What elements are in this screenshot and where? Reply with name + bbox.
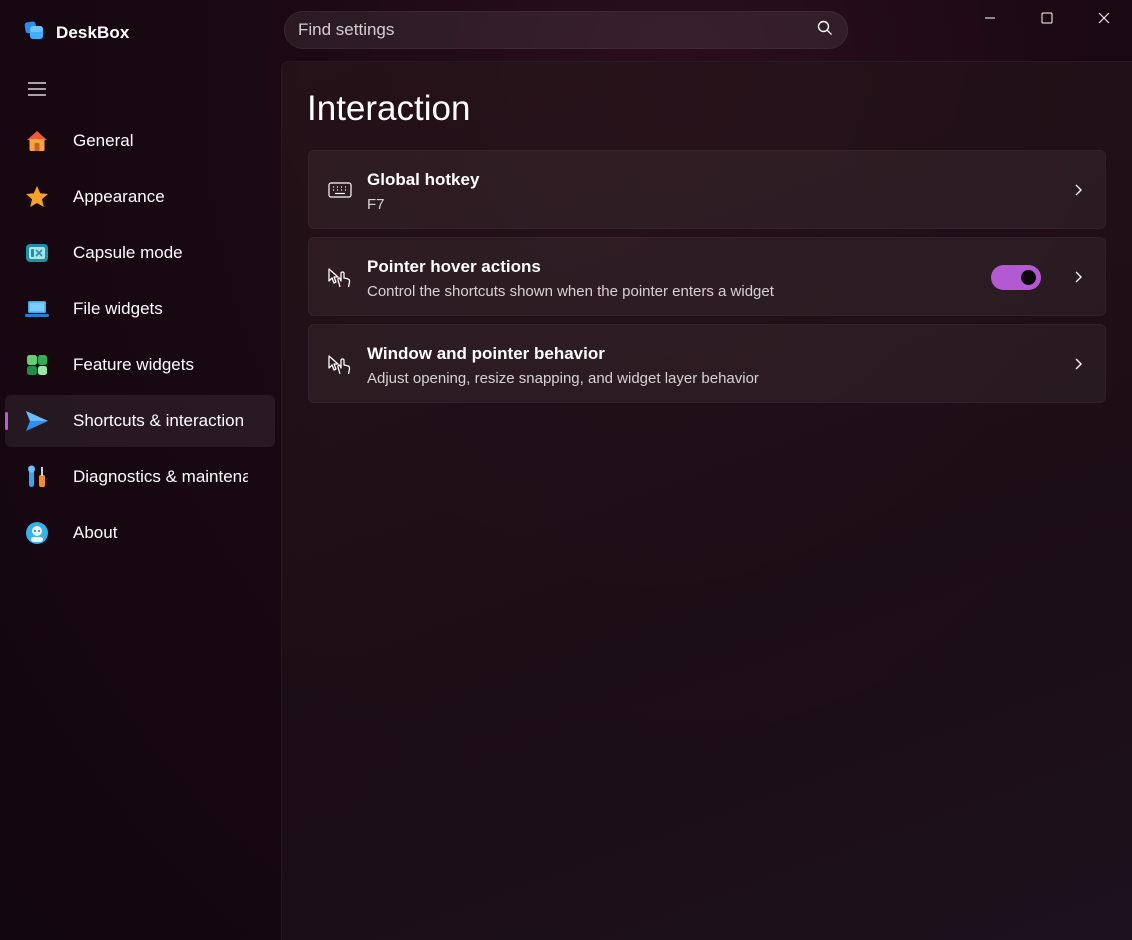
title-bar: DeskBox	[0, 0, 1132, 62]
minimize-icon	[984, 17, 995, 19]
card-text: Global hotkey F7	[367, 169, 479, 215]
page-title: Interaction	[307, 89, 471, 128]
close-icon	[1098, 12, 1109, 24]
capsule-icon	[23, 239, 51, 267]
tools-icon	[23, 463, 51, 491]
chevron-right-icon	[1069, 268, 1087, 286]
sidebar-item-about[interactable]: About	[5, 507, 275, 559]
sidebar-item-shortcuts-interaction[interactable]: Shortcuts & interaction	[5, 395, 275, 447]
sidebar-item-capsule-mode[interactable]: Capsule mode	[5, 227, 275, 279]
pointer-hand-icon	[327, 264, 353, 290]
maximize-button[interactable]	[1018, 0, 1075, 36]
window-controls	[961, 0, 1132, 36]
card-description: Control the shortcuts shown when the poi…	[367, 283, 774, 300]
content-panel: Interaction Global hotkey F7 Pointer hov…	[281, 61, 1132, 940]
sidebar-item-label: Feature widgets	[73, 355, 194, 374]
sidebar-item-label: Capsule mode	[73, 243, 183, 262]
sidebar-item-label: File widgets	[73, 299, 163, 318]
chevron-right-icon	[1069, 181, 1087, 199]
search-input[interactable]	[298, 20, 817, 40]
sidebar-item-feature-widgets[interactable]: Feature widgets	[5, 339, 275, 391]
info-bot-icon	[23, 519, 51, 547]
minimize-button[interactable]	[961, 0, 1018, 36]
keyboard-icon	[327, 177, 353, 203]
search-icon[interactable]	[817, 20, 833, 41]
home-icon	[23, 127, 51, 155]
pointer-hover-toggle[interactable]	[991, 265, 1041, 290]
send-icon	[23, 407, 51, 435]
star-icon	[23, 183, 51, 211]
search-box[interactable]	[284, 11, 848, 49]
sidebar-item-appearance[interactable]: Appearance	[5, 171, 275, 223]
pointer-hand-icon	[327, 351, 353, 377]
card-description: Adjust opening, resize snapping, and wid…	[367, 370, 759, 387]
chevron-right-icon	[1069, 355, 1087, 373]
sidebar-item-label: About	[73, 523, 118, 542]
sidebar-item-label: General	[73, 131, 134, 150]
window-pointer-behavior-card[interactable]: Window and pointer behavior Adjust openi…	[308, 324, 1106, 403]
card-text: Window and pointer behavior Adjust openi…	[367, 343, 759, 389]
maximize-icon	[1041, 12, 1052, 24]
menu-toggle-button[interactable]	[22, 74, 52, 104]
app-title: DeskBox	[56, 23, 130, 42]
sidebar-item-label: Shortcuts & interaction	[73, 411, 245, 430]
global-hotkey-card[interactable]: Global hotkey F7	[308, 150, 1106, 229]
sidebar-item-file-widgets[interactable]: File widgets	[5, 283, 275, 335]
card-text: Pointer hover actions Control the shortc…	[367, 256, 774, 302]
close-button[interactable]	[1075, 0, 1132, 36]
app-brand: DeskBox	[24, 20, 129, 46]
sidebar-item-diagnostics[interactable]: Diagnostics & maintenance	[5, 451, 275, 503]
sidebar-item-label: Diagnostics & maintenance	[73, 467, 248, 486]
card-description: F7	[367, 196, 385, 213]
widgets-icon	[23, 351, 51, 379]
hamburger-icon	[28, 82, 46, 96]
card-title: Pointer hover actions	[367, 257, 541, 276]
sidebar-item-general[interactable]: General	[5, 115, 275, 167]
sidebar-item-label: Appearance	[73, 187, 165, 206]
laptop-icon	[23, 295, 51, 323]
card-title: Global hotkey	[367, 170, 480, 189]
toggle-knob	[1021, 270, 1036, 285]
pointer-hover-actions-card[interactable]: Pointer hover actions Control the shortc…	[308, 237, 1106, 316]
sidebar-nav: General Appearance Capsule mode File wid…	[5, 115, 275, 563]
card-title: Window and pointer behavior	[367, 344, 605, 363]
app-logo-icon	[24, 20, 45, 46]
